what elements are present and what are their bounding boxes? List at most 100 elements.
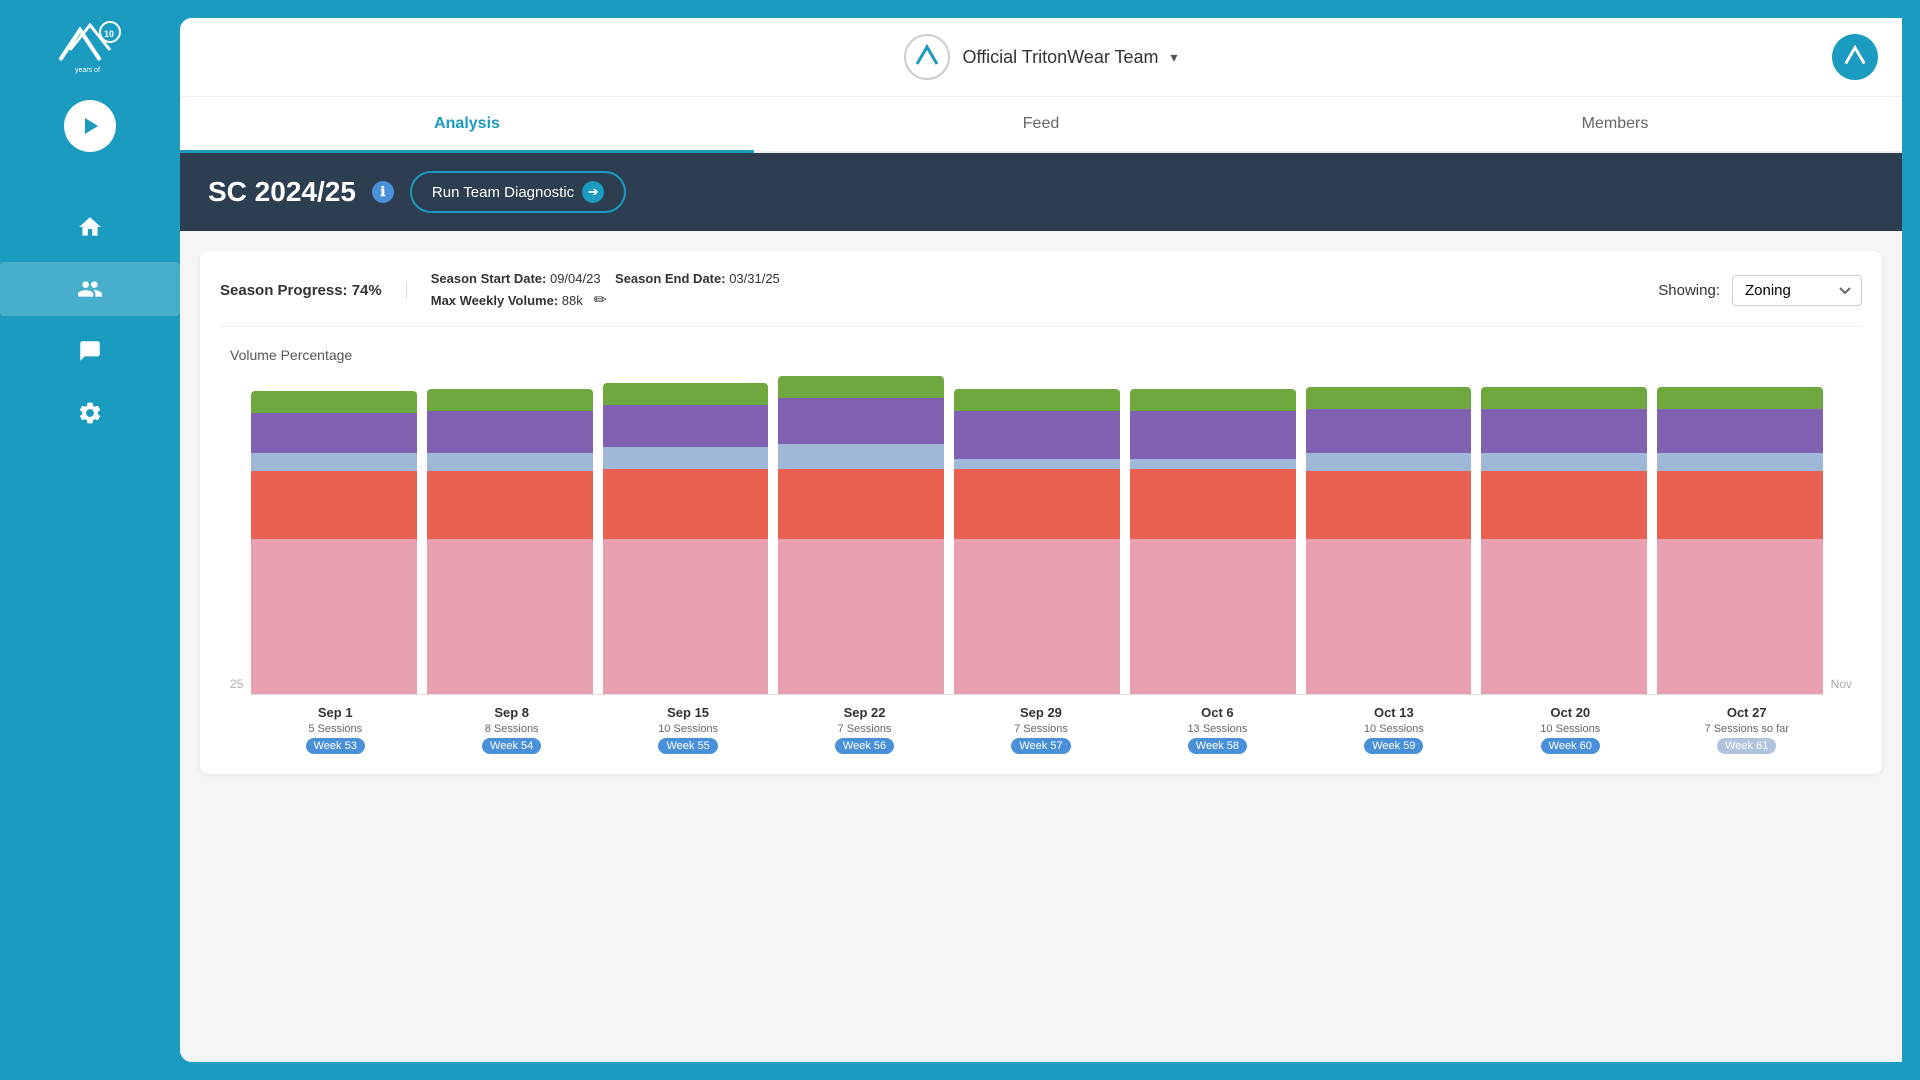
x-label-sessions: 10 Sessions: [1364, 723, 1424, 735]
diagnostic-button[interactable]: Run Team Diagnostic ➔: [410, 171, 626, 213]
bar-group: [1657, 387, 1823, 694]
x-label-date: Sep 29: [1020, 705, 1062, 720]
x-label-week: Week 54: [482, 738, 541, 754]
bar-segment-zone2: [1130, 469, 1296, 539]
bar-segment-zone1: [778, 539, 944, 694]
bar-segment-zone4: [954, 411, 1120, 459]
chart-bars-area: [251, 375, 1822, 695]
bar-segment-zone2: [1481, 471, 1647, 539]
showing-block: Showing: Zoning Volume Intensity Distanc…: [1658, 275, 1862, 306]
bar-segment-zone1: [1481, 539, 1647, 694]
x-label-week: Week 56: [835, 738, 894, 754]
x-label-sessions: 10 Sessions: [1540, 723, 1600, 735]
bar-segment-zone2: [778, 469, 944, 539]
tab-navigation: Analysis Feed Members: [180, 97, 1902, 153]
bar-segment-zone2: [251, 471, 417, 539]
sidebar-item-team[interactable]: [0, 262, 180, 316]
chart-y-label: 25: [230, 677, 243, 691]
bar-segment-zone4: [603, 405, 769, 447]
sidebar-navigation: [0, 100, 180, 440]
x-label-sessions: 13 Sessions: [1187, 723, 1247, 735]
x-label-group: Sep 227 SessionsWeek 56: [781, 705, 947, 754]
x-label-week: Week 59: [1364, 738, 1423, 754]
x-label-group: Oct 13 10 Sessions Week 59: [1311, 705, 1477, 754]
bar-segment-zone1: [1657, 539, 1823, 694]
bar-segment-zone2: [954, 469, 1120, 539]
bar-segment-zone4: [1657, 409, 1823, 453]
x-label-sessions: 7 Sessions so far: [1705, 723, 1789, 735]
bar-segment-zone1: [1130, 539, 1296, 694]
bar-segment-zone3: [954, 459, 1120, 469]
season-header-bar: SC 2024/25 ℹ Run Team Diagnostic ➔: [180, 153, 1902, 231]
bar-segment-zone4: [778, 398, 944, 444]
team-logo: [904, 34, 950, 80]
showing-dropdown[interactable]: Zoning Volume Intensity Distance: [1732, 275, 1862, 306]
bar-segment-zone1: [603, 539, 769, 694]
page-content: Season Progress: 74% Season Start Date: …: [180, 231, 1902, 1062]
season-title: SC 2024/25: [208, 176, 356, 208]
x-label-week: Week 53: [306, 738, 365, 754]
bar-segment-zone3: [1130, 459, 1296, 469]
tab-analysis[interactable]: Analysis: [180, 97, 754, 151]
x-label-date: Sep 22: [844, 705, 886, 720]
svg-text:years of: years of: [75, 67, 100, 74]
sidebar-item-settings[interactable]: [0, 386, 180, 440]
x-label-group: Oct 613 SessionsWeek 58: [1134, 705, 1300, 754]
bar-group: [778, 376, 944, 694]
bar-segment-zone3: [251, 453, 417, 471]
analysis-card: Season Progress: 74% Season Start Date: …: [200, 251, 1882, 774]
bar-segment-zone4: [251, 413, 417, 453]
chart-container: Volume Percentage 25 Nov Sep 1 5 Sessions…: [220, 347, 1862, 754]
tab-feed[interactable]: Feed: [754, 97, 1328, 151]
edit-max-weekly-icon[interactable]: ✏: [594, 292, 607, 309]
chart-title: Volume Percentage: [230, 347, 1852, 363]
bar-segment-zone3: [1657, 453, 1823, 471]
sidebar: 10 years of victories: [0, 0, 180, 1080]
tab-members[interactable]: Members: [1328, 97, 1902, 151]
x-label-date: Sep 15: [667, 705, 709, 720]
x-label-date: Sep 8: [494, 705, 529, 720]
chart-right-edge-label: Nov: [1831, 677, 1852, 691]
x-label-group: Sep 1510 SessionsWeek 55: [605, 705, 771, 754]
bar-segment-zone4: [1306, 409, 1472, 453]
sidebar-item-home[interactable]: [0, 200, 180, 254]
x-label-date: Oct 20: [1550, 705, 1590, 720]
season-info-row: Season Progress: 74% Season Start Date: …: [220, 271, 1862, 327]
diagnostic-arrow-icon: ➔: [582, 181, 604, 203]
x-label-group: Sep 1 5 Sessions Week 53: [252, 705, 418, 754]
x-label-date: Oct 13: [1374, 705, 1414, 720]
x-label-sessions: 7 Sessions: [1014, 723, 1068, 735]
x-label-date: Sep 1: [318, 705, 353, 720]
bar-segment-zone2: [603, 469, 769, 539]
bar-group: [427, 389, 593, 694]
bar-segment-zone5: [778, 376, 944, 398]
x-label-group: Sep 29 7 Sessions Week 57: [958, 705, 1124, 754]
sidebar-item-messages[interactable]: [0, 324, 180, 378]
bar-segment-zone5: [603, 383, 769, 405]
bar-group: [1481, 387, 1647, 694]
x-label-week: Week 58: [1188, 738, 1247, 754]
team-name-label: Official TritonWear Team: [962, 47, 1158, 68]
x-label-group: Oct 2010 SessionsWeek 60: [1487, 705, 1653, 754]
bar-segment-zone5: [1481, 387, 1647, 409]
x-label-week: Week 57: [1011, 738, 1070, 754]
bar-group: [1130, 389, 1296, 694]
bar-segment-zone1: [251, 539, 417, 694]
bar-segment-zone5: [954, 389, 1120, 411]
season-progress: Season Progress: 74%: [220, 282, 407, 299]
x-label-group: Oct 277 Sessions so farWeek 61: [1664, 705, 1830, 754]
user-avatar[interactable]: [1832, 34, 1878, 80]
bar-group: [251, 391, 417, 694]
play-button[interactable]: [64, 100, 116, 152]
season-dates: Season Start Date: 09/04/23 Season End D…: [407, 271, 804, 310]
x-label-sessions: 8 Sessions: [485, 723, 539, 735]
season-info-icon[interactable]: ℹ: [372, 181, 394, 203]
top-header: Official TritonWear Team ▾: [180, 18, 1902, 97]
x-label-sessions: 5 Sessions: [308, 723, 362, 735]
bar-segment-zone1: [954, 539, 1120, 694]
team-selector[interactable]: Official TritonWear Team ▾: [904, 34, 1177, 80]
svg-text:10: 10: [104, 29, 114, 39]
bar-segment-zone3: [778, 444, 944, 469]
x-label-sessions: 10 Sessions: [658, 723, 718, 735]
bar-segment-zone2: [1306, 471, 1472, 539]
